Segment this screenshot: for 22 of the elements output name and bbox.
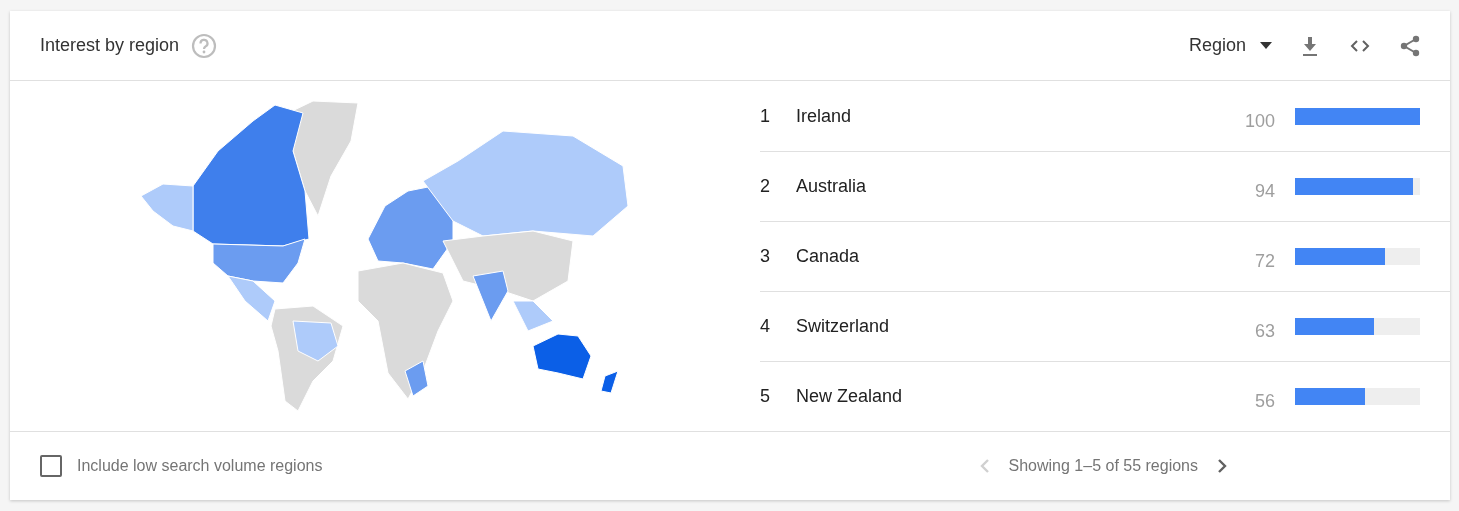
interest-value: 100 [1243, 110, 1275, 132]
pagination-text: Showing 1–5 of 55 regions [1008, 457, 1198, 475]
region-name[interactable]: Canada [796, 246, 1215, 267]
share-icon[interactable] [1398, 33, 1422, 58]
rank-number: 5 [760, 386, 771, 407]
interest-value: 56 [1253, 391, 1275, 412]
interest-value: 63 [1253, 321, 1275, 342]
interest-value: 72 [1253, 251, 1275, 272]
rank-number: 1 [760, 105, 771, 127]
rank-number: 2 [760, 176, 771, 197]
rank-number: 4 [760, 316, 771, 337]
low-volume-checkbox[interactable] [40, 455, 62, 477]
caret-icon[interactable] [1260, 42, 1272, 49]
region-name[interactable]: Australia [796, 176, 1215, 197]
card-title: Interest by region [40, 35, 180, 56]
interest-value: 94 [1253, 181, 1275, 202]
rank-number: 3 [760, 246, 771, 267]
region-name[interactable]: Switzerland [796, 316, 1215, 337]
region-name[interactable]: Ireland [796, 105, 1215, 127]
region-dropdown[interactable]: Region [1188, 35, 1272, 56]
region-name[interactable]: New Zealand [796, 386, 1215, 407]
checkbox-label: Include low search volume regions [77, 457, 323, 475]
